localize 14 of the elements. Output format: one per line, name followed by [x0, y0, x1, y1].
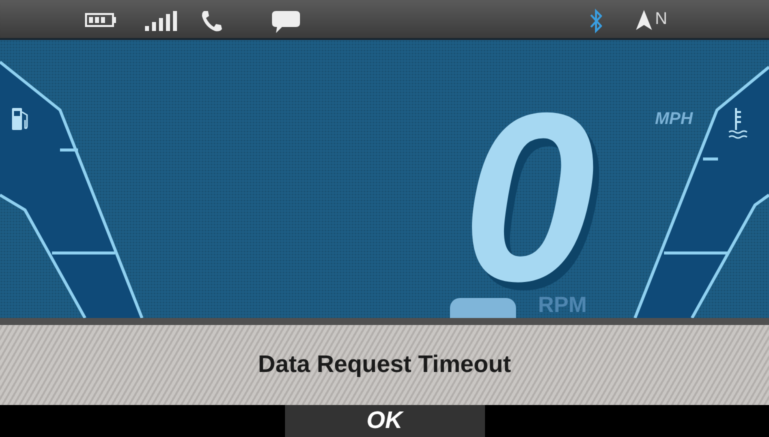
bluetooth-icon: [590, 8, 602, 34]
ok-button[interactable]: OK: [284, 405, 484, 437]
heading-label: N: [655, 9, 668, 29]
speed-unit-label: MPH: [655, 109, 693, 129]
fuel-pump-icon: [12, 108, 28, 130]
message-icon: [272, 11, 300, 33]
compass-arrow-icon: [636, 10, 652, 30]
alert-message: Data Request Timeout: [258, 351, 511, 379]
phone-icon: [200, 10, 224, 32]
coolant-temperature-icon: [728, 107, 748, 139]
signal-icon: [145, 11, 177, 31]
battery-icon: [85, 13, 117, 27]
rpm-label: RPM: [538, 293, 587, 317]
speed-readout: 0: [462, 110, 596, 285]
